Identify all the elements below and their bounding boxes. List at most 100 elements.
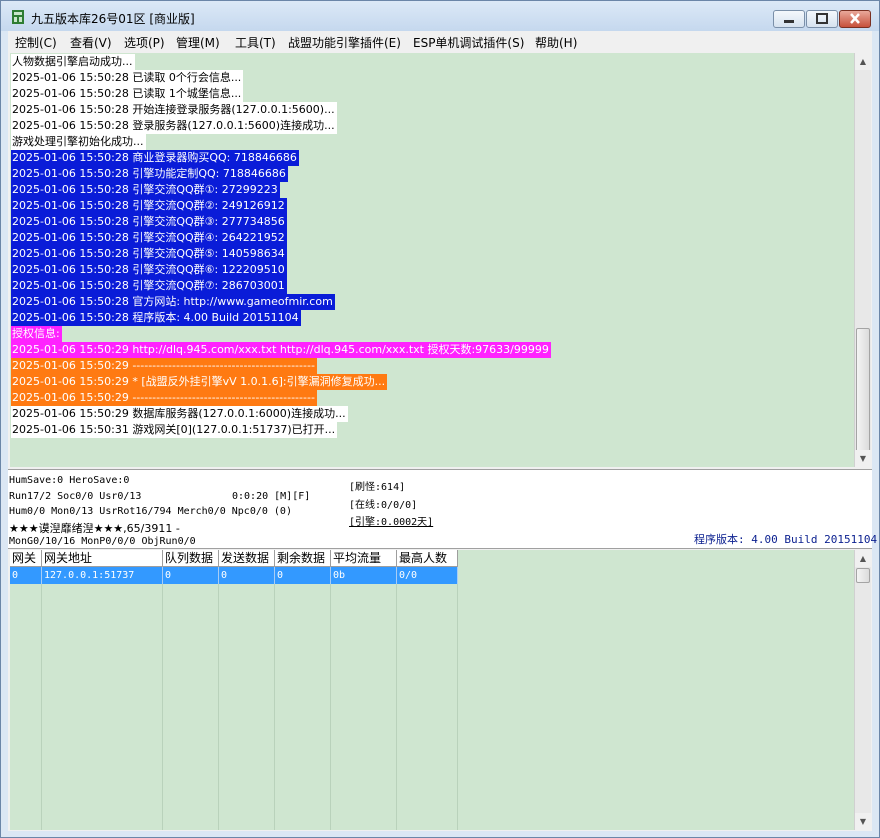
menu-view[interactable]: 查看(V)	[70, 34, 112, 51]
title-bar[interactable]: 九五版本库26号01区 [商业版]	[1, 1, 879, 31]
log-line-text: 2025-01-06 15:50:29 --------------------…	[11, 358, 317, 374]
table-cell: 0	[219, 567, 275, 584]
log-line: 2025-01-06 15:50:28 引擎交流QQ群①: 27299223	[11, 182, 280, 198]
column-header[interactable]: 网关地址	[42, 550, 163, 567]
log-line-text: 2025-01-06 15:50:29 * [战盟反外挂引擎vV 1.0.1.6…	[11, 374, 388, 390]
menu-alliance-plugin[interactable]: 战盟功能引擎插件(E)	[288, 34, 401, 51]
minimize-icon	[784, 20, 794, 23]
status-timer: 0:0:20 [M][F]	[232, 491, 311, 502]
grid-column-line	[397, 584, 458, 830]
log-line-text: 2025-01-06 15:50:28 已读取 0个行会信息...	[11, 70, 244, 86]
app-icon	[12, 10, 24, 24]
log-line-text: 2025-01-06 15:50:28 商业登录器购买QQ: 718846686	[11, 150, 299, 166]
maximize-button[interactable]	[806, 10, 838, 28]
grid-scrollbar[interactable]: ▲ ▼	[854, 550, 871, 830]
grid-column-line	[163, 584, 219, 830]
status-server-name: ★★★谟湼靡绪湼★★★,65/3911 -	[9, 522, 180, 535]
gateway-grid[interactable]: 网关 网关地址 队列数据 发送数据 剩余数据 平均流量 最高人数 0 127.0.0.1:51…	[10, 550, 856, 830]
log-line-text: 2025-01-06 15:50:28 引擎交流QQ群⑤: 140598634	[11, 246, 287, 262]
table-cell: 0	[10, 567, 42, 584]
table-cell: 0/0	[397, 567, 458, 584]
status-monster: MonG0/10/16 MonP0/0/0 ObjRun0/0	[9, 536, 196, 547]
status-engine-time[interactable]: [引擎:0.0002天]	[349, 513, 433, 528]
log-line: 2025-01-06 15:50:28 已读取 1个城堡信息...	[11, 86, 244, 102]
status-panel: HumSave:0 HeroSave:0 Run17/2 Soc0/0 Usr0…	[8, 469, 877, 549]
log-panel[interactable]: 人物数据引擎启动成功... 2025-01-06 15:50:28 已读取 0个行…	[10, 53, 856, 467]
status-refresh: [刷怪:614]	[349, 482, 406, 493]
menu-esp-plugin[interactable]: ESP单机调试插件(S)	[413, 34, 524, 51]
status-online: [在线:0/0/0]	[349, 500, 418, 511]
scroll-down-icon[interactable]: ▼	[855, 813, 871, 830]
grid-column-line	[219, 584, 275, 830]
column-header[interactable]: 最高人数	[397, 550, 458, 567]
log-line-text: 2025-01-06 15:50:28 引擎交流QQ群②: 249126912	[11, 198, 287, 214]
log-line-text: 2025-01-06 15:50:28 引擎交流QQ群⑦: 286703001	[11, 278, 287, 294]
version-label: 程序版本: 4.00 Build 20151104	[694, 533, 878, 546]
log-scroll-thumb[interactable]	[856, 328, 870, 454]
menu-manage[interactable]: 管理(M)	[176, 34, 220, 51]
log-line: 2025-01-06 15:50:31 游戏网关[0](127.0.0.1:51…	[11, 422, 338, 438]
log-line-text: 2025-01-06 15:50:28 官方网站: http://www.gam…	[11, 294, 335, 310]
log-line-text: 2025-01-06 15:50:28 引擎交流QQ群③: 277734856	[11, 214, 287, 230]
status-save: HumSave:0 HeroSave:0	[9, 475, 130, 486]
log-line: 2025-01-06 15:50:29 http://dlq.945.com/x…	[11, 342, 551, 358]
table-cell: 127.0.0.1:51737	[42, 567, 163, 584]
grid-scroll-thumb[interactable]	[856, 568, 870, 583]
grid-column-line	[42, 584, 163, 830]
menu-help[interactable]: 帮助(H)	[535, 34, 577, 51]
menu-options[interactable]: 选项(P)	[124, 34, 165, 51]
log-line: 2025-01-06 15:50:29 --------------------…	[11, 358, 317, 374]
log-line-text: 游戏处理引擎初始化成功...	[11, 134, 146, 150]
log-line: 2025-01-06 15:50:28 引擎交流QQ群⑦: 286703001	[11, 278, 287, 294]
scroll-down-icon[interactable]: ▼	[855, 450, 871, 467]
log-line: 2025-01-06 15:50:28 引擎交流QQ群④: 264221952	[11, 230, 287, 246]
grid-column-line	[331, 584, 397, 830]
log-line: 2025-01-06 15:50:28 引擎交流QQ群②: 249126912	[11, 198, 287, 214]
status-human: Hum0/0 Mon0/13 UsrRot16/794 Merch0/0 Npc…	[9, 506, 292, 517]
log-line-text: 人物数据引擎启动成功...	[11, 54, 135, 70]
log-line: 2025-01-06 15:50:28 官方网站: http://www.gam…	[11, 294, 335, 310]
log-line-text: 2025-01-06 15:50:28 引擎交流QQ群⑥: 122209510	[11, 262, 287, 278]
log-line: 2025-01-06 15:50:29 --------------------…	[11, 390, 317, 406]
scroll-up-icon[interactable]: ▲	[855, 53, 871, 70]
log-line-text: 2025-01-06 15:50:28 引擎交流QQ群④: 264221952	[11, 230, 287, 246]
column-header[interactable]: 队列数据	[163, 550, 219, 567]
column-header[interactable]: 网关	[10, 550, 42, 567]
log-line: 人物数据引擎启动成功...	[11, 54, 135, 70]
log-line: 授权信息:	[11, 326, 62, 342]
log-line: 2025-01-06 15:50:28 引擎交流QQ群③: 277734856	[11, 214, 287, 230]
log-line-text: 2025-01-06 15:50:28 引擎交流QQ群①: 27299223	[11, 182, 280, 198]
log-line: 2025-01-06 15:50:28 开始连接登录服务器(127.0.0.1:…	[11, 102, 337, 118]
close-button[interactable]	[839, 10, 871, 28]
grid-column-line	[275, 584, 331, 830]
grid-column-line	[10, 584, 42, 830]
log-line-text: 2025-01-06 15:50:29 数据库服务器(127.0.0.1:600…	[11, 406, 348, 422]
window-title: 九五版本库26号01区 [商业版]	[31, 12, 195, 26]
log-line-text: 2025-01-06 15:50:28 开始连接登录服务器(127.0.0.1:…	[11, 102, 337, 118]
table-cell: 0b	[331, 567, 397, 584]
log-line-text: 2025-01-06 15:50:28 引擎功能定制QQ: 718846686	[11, 166, 288, 182]
log-line-text: 2025-01-06 15:50:31 游戏网关[0](127.0.0.1:51…	[11, 422, 338, 438]
log-line: 游戏处理引擎初始化成功...	[11, 134, 146, 150]
status-run: Run17/2 Soc0/0 Usr0/13	[9, 491, 142, 502]
minimize-button[interactable]	[773, 10, 805, 28]
log-scrollbar[interactable]: ▲ ▼	[854, 53, 871, 467]
close-icon	[850, 13, 860, 24]
menu-control[interactable]: 控制(C)	[15, 34, 57, 51]
log-line: 2025-01-06 15:50:29 * [战盟反外挂引擎vV 1.0.1.6…	[11, 374, 388, 390]
log-line: 2025-01-06 15:50:28 程序版本: 4.00 Build 201…	[11, 310, 301, 326]
column-header[interactable]: 剩余数据	[275, 550, 331, 567]
menu-tools[interactable]: 工具(T)	[235, 34, 276, 51]
log-line: 2025-01-06 15:50:28 商业登录器购买QQ: 718846686	[11, 150, 299, 166]
log-line-text: 2025-01-06 15:50:29 --------------------…	[11, 390, 317, 406]
scroll-up-icon[interactable]: ▲	[855, 550, 871, 567]
column-header[interactable]: 发送数据	[219, 550, 275, 567]
log-line-text: 2025-01-06 15:50:28 登录服务器(127.0.0.1:5600…	[11, 118, 337, 134]
log-line-text: 2025-01-06 15:50:28 已读取 1个城堡信息...	[11, 86, 244, 102]
log-line: 2025-01-06 15:50:28 登录服务器(127.0.0.1:5600…	[11, 118, 337, 134]
maximize-icon	[816, 13, 828, 24]
log-line-text: 授权信息:	[11, 326, 62, 342]
log-line: 2025-01-06 15:50:28 引擎交流QQ群⑤: 140598634	[11, 246, 287, 262]
table-cell: 0	[163, 567, 219, 584]
column-header[interactable]: 平均流量	[331, 550, 397, 567]
